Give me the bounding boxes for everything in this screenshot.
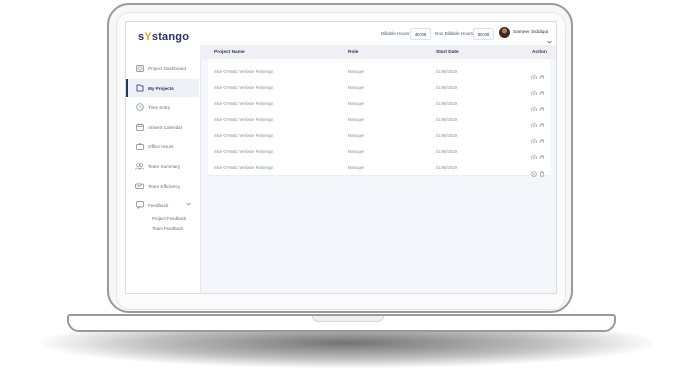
sidebar-item-label: Office Hours bbox=[148, 143, 174, 149]
table-header: Project Name Role Start Date Action bbox=[200, 45, 556, 59]
row-actions bbox=[531, 164, 545, 182]
project-name-cell: Skin-O-Matic Website Redesign bbox=[214, 85, 274, 90]
clock-icon bbox=[135, 103, 144, 112]
sidebar-item-label: Team Efficiency bbox=[148, 183, 181, 189]
briefcase-icon bbox=[135, 142, 144, 151]
feedback-icon bbox=[135, 201, 144, 210]
non-billable-hours-value: 00:00 bbox=[473, 28, 494, 40]
team-icon bbox=[135, 162, 144, 171]
start-date-cell: 01/08/2019 bbox=[436, 165, 457, 170]
view-icon[interactable] bbox=[531, 164, 537, 182]
sidebar-item-my-projects[interactable]: My Projects bbox=[126, 79, 199, 97]
start-date-cell: 01/08/2019 bbox=[436, 101, 457, 106]
sidebar-item-team-summary[interactable]: Team Summary bbox=[126, 157, 199, 175]
table-row[interactable]: Skin-O-Matic Website Redesign Manager 01/0… bbox=[208, 111, 550, 129]
role-cell: Manager bbox=[348, 117, 365, 122]
sidebar-item-office-hours[interactable]: Office Hours bbox=[126, 137, 199, 155]
project-name-cell: Skin-O-Matic Website Redesign bbox=[214, 133, 274, 138]
sidebar-item-label: Project Dashboard bbox=[148, 65, 187, 71]
sidebar-item-feedback[interactable]: Feedback bbox=[126, 196, 199, 214]
calendar-icon bbox=[135, 123, 144, 132]
sidebar-subitem-project-feedback[interactable]: Project Feedback bbox=[152, 216, 186, 221]
sidebar-subitem-team-feedback[interactable]: Team Feedback bbox=[152, 226, 183, 231]
role-cell: Manager bbox=[348, 165, 365, 170]
column-header-start-date[interactable]: Start Date bbox=[436, 50, 459, 55]
table-row[interactable]: Skin-O-Matic Website Redesign Manager 01/0… bbox=[208, 95, 550, 113]
role-cell: Manager bbox=[348, 149, 365, 154]
role-cell: Manager bbox=[348, 133, 365, 138]
project-name-cell: Skin-O-Matic Website Redesign bbox=[214, 149, 274, 154]
column-header-role[interactable]: Role bbox=[348, 50, 358, 55]
efficiency-icon bbox=[135, 182, 144, 191]
table-row[interactable]: Skin-O-Matic Website Redesign Manager 01/0… bbox=[208, 127, 550, 145]
top-bar: Billable Hours 40:00 Non Billable Hours … bbox=[200, 22, 556, 46]
table-row[interactable]: Skin-O-Matic Website Redesign Manager 01/0… bbox=[208, 159, 550, 177]
role-cell: Manager bbox=[348, 69, 365, 74]
project-name-cell: Skin-O-Matic Website Redesign bbox=[214, 165, 274, 170]
project-name-cell: Skin-O-Matic Website Redesign bbox=[214, 101, 274, 106]
start-date-cell: 01/08/2019 bbox=[436, 85, 457, 90]
sidebar-item-label: My Projects bbox=[148, 85, 174, 91]
project-name-cell: Skin-O-Matic Website Redesign bbox=[214, 117, 274, 122]
table-row[interactable]: Skin-O-Matic Website Redesign Manager 01/0… bbox=[208, 143, 550, 161]
sidebar-item-team-efficiency[interactable]: Team Efficiency bbox=[126, 177, 199, 195]
avatar[interactable] bbox=[499, 27, 510, 38]
column-header-project-name[interactable]: Project Name bbox=[214, 50, 245, 55]
laptop-notch bbox=[312, 316, 384, 322]
chevron-down-icon[interactable] bbox=[186, 202, 191, 207]
role-cell: Manager bbox=[348, 101, 365, 106]
sidebar-item-time-entry[interactable]: Time Entry bbox=[126, 98, 199, 116]
project-name-cell: Skin-O-Matic Website Redesign bbox=[214, 69, 274, 74]
dashboard-icon bbox=[135, 64, 144, 73]
start-date-cell: 01/08/2019 bbox=[436, 133, 457, 138]
folder-icon bbox=[135, 84, 144, 93]
sidebar: sYstango Project Dashboard My Projects T… bbox=[126, 22, 201, 293]
start-date-cell: 01/08/2019 bbox=[436, 69, 457, 74]
role-cell: Manager bbox=[348, 85, 365, 90]
column-header-action: Action bbox=[532, 50, 547, 55]
sidebar-item-label: Feedback bbox=[148, 202, 169, 208]
billable-hours-label: Billable Hours bbox=[381, 31, 410, 36]
table-row[interactable]: Skin-O-Matic Website Redesign Manager 01/0… bbox=[208, 63, 550, 81]
billable-hours-value: 40:00 bbox=[410, 28, 431, 40]
non-billable-hours-label: Non Billable Hours bbox=[435, 31, 474, 36]
user-name[interactable]: Sameer Siddiqui bbox=[513, 30, 548, 35]
sidebar-item-absent-calendar[interactable]: Absent Calendar bbox=[126, 118, 199, 136]
start-date-cell: 01/08/2019 bbox=[436, 117, 457, 122]
start-date-cell: 01/08/2019 bbox=[436, 149, 457, 154]
sidebar-item-label: Team Summary bbox=[148, 163, 181, 169]
systango-logo[interactable]: sYstango bbox=[138, 31, 189, 43]
sidebar-item-label: Absent Calendar bbox=[148, 124, 183, 130]
delete-icon[interactable] bbox=[539, 164, 545, 182]
sidebar-item-project-dashboard[interactable]: Project Dashboard bbox=[126, 59, 199, 77]
sidebar-item-label: Time Entry bbox=[148, 104, 171, 110]
table-row[interactable]: Skin-O-Matic Website Redesign Manager 01/0… bbox=[208, 79, 550, 97]
app-screen: sYstango Project Dashboard My Projects T… bbox=[125, 21, 557, 294]
